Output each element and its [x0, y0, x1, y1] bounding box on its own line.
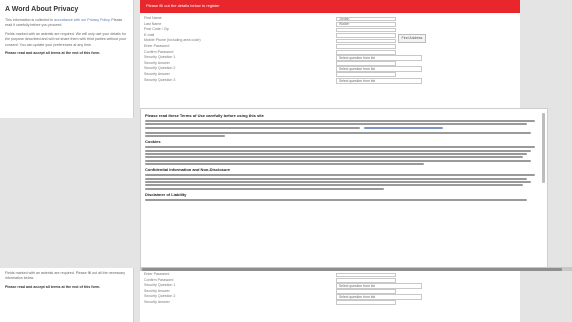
privacy-notice-bottom: Please read and accept all terms at the … [5, 284, 101, 289]
text-input-field[interactable] [336, 278, 396, 283]
field-label: Confirm Password [144, 49, 174, 54]
terms-vertical-scrollbar[interactable] [542, 113, 545, 183]
privacy-panel: A Word About Privacy This information is… [0, 0, 134, 118]
registration-form-bottom: Enter Password Confirm Password Security Q… [140, 271, 520, 322]
form-row: Security Answer [140, 300, 520, 306]
text-input-field[interactable] [336, 33, 396, 38]
terms-paragraph [145, 146, 543, 166]
terms-heading-cookies: Cookies [145, 139, 161, 145]
field-label: Security Question 3 [144, 77, 176, 82]
form-banner: Please fill out the details below to reg… [140, 0, 520, 13]
privacy-details-bottom: Fields marked with an asterisk are requi… [5, 271, 126, 281]
terms-paragraph [145, 198, 543, 201]
terms-heading-main: Please read these Terms of Use carefully… [145, 113, 264, 118]
field-label: Enter Password [144, 43, 170, 48]
field-label: Security Question 1 [144, 283, 176, 288]
field-label: First Name [144, 16, 162, 20]
field-label: Confirm Password [144, 277, 174, 282]
privacy-policy-link[interactable]: accordance with our Privacy Policy [54, 18, 109, 22]
text-input-field[interactable] [336, 72, 396, 78]
form-row: Security Question 3 Select question from … [140, 77, 520, 84]
privacy-notice: Please read and accept all terms at the … [5, 51, 101, 56]
field-label: Security Question 1 [144, 55, 176, 60]
field-label: Last Name [144, 21, 162, 26]
terms-paragraph [145, 174, 543, 190]
text-input-field[interactable] [336, 50, 396, 55]
field-label: E-mail [144, 32, 155, 37]
field-label: Security Answer [144, 60, 170, 65]
field-label: Security Answer [144, 71, 170, 76]
field-label: Security Answer [144, 288, 170, 293]
field-label: Post Code / Zip [144, 27, 169, 32]
terms-paragraph [145, 131, 543, 138]
text-input-field[interactable] [336, 44, 396, 50]
field-label: Security Question 2 [144, 294, 176, 299]
form-rows-bottom: Enter Password Confirm Password Security Q… [140, 271, 520, 306]
terms-of-use-box[interactable]: Please read these Terms of Use carefully… [140, 108, 548, 268]
privacy-details: Fields marked with an asterisk are requi… [5, 31, 127, 47]
text-input-field[interactable] [336, 38, 396, 44]
text-input-field[interactable] [336, 61, 396, 66]
field-label: Security Question 2 [144, 66, 176, 71]
registration-form: Please fill out the details below to reg… [140, 0, 520, 112]
find-address-button[interactable]: Find Address [398, 34, 426, 43]
text-input-field[interactable] [336, 27, 396, 33]
privacy-title: A Word About Privacy [5, 6, 79, 13]
privacy-intro-text: This information is collected in [5, 18, 55, 22]
terms-heading-liability: Disclaimer of Liability [145, 191, 187, 197]
field-label: Enter Password [144, 272, 170, 276]
text-input-field[interactable] [336, 272, 396, 278]
field-label: Security Answer [144, 299, 170, 304]
terms-paragraph [145, 120, 543, 129]
privacy-intro: This information is collected in accorda… [5, 18, 128, 29]
text-input-field[interactable] [336, 289, 396, 294]
security-question-select[interactable]: Select question from list [336, 77, 422, 84]
text-input-field[interactable]: Jordan [336, 16, 396, 22]
privacy-panel-bottom: Fields marked with an asterisk are requi… [0, 268, 134, 322]
form-rows: First Name Jordan Last Name Walker Post Code… [140, 13, 520, 84]
text-input-field[interactable] [336, 300, 396, 306]
field-label: Mobile Phone (including area code) [144, 38, 201, 43]
text-input-field[interactable]: Walker [336, 22, 396, 27]
terms-heading-confidential: Confidential Information and Non-Disclos… [145, 167, 231, 173]
